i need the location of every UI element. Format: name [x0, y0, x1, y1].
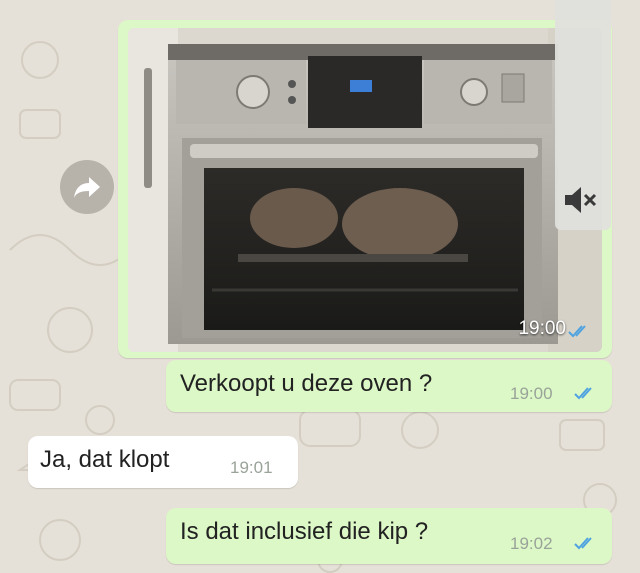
message-text: Ja, dat klopt [40, 446, 170, 473]
message-bubble-incoming[interactable]: Ja, dat klopt 19:01 [28, 436, 298, 488]
media-timestamp: 19:00 [518, 318, 566, 339]
message-bubble-outgoing[interactable]: Is dat inclusief die kip ? 19:02 [166, 508, 612, 564]
media-message-bubble[interactable]: 19:00 [118, 20, 612, 358]
message-text: Is dat inclusief die kip ? [180, 518, 429, 545]
message-text: Verkoopt u deze oven ? [180, 370, 433, 397]
message-timestamp: 19:02 [510, 534, 553, 553]
speaker-muted-icon[interactable] [563, 185, 599, 215]
oven-photo[interactable]: 19:00 [128, 28, 602, 352]
message-timestamp: 19:00 [510, 384, 553, 403]
forward-arrow-icon [74, 177, 100, 198]
oven-illustration [128, 28, 602, 352]
read-receipt-icon [574, 537, 592, 550]
forward-button[interactable] [60, 160, 114, 214]
read-receipt-icon [574, 387, 592, 400]
read-receipt-icon [568, 325, 586, 338]
message-timestamp: 19:01 [230, 458, 273, 477]
message-bubble-outgoing[interactable]: Verkoopt u deze oven ? 19:00 [166, 360, 612, 412]
